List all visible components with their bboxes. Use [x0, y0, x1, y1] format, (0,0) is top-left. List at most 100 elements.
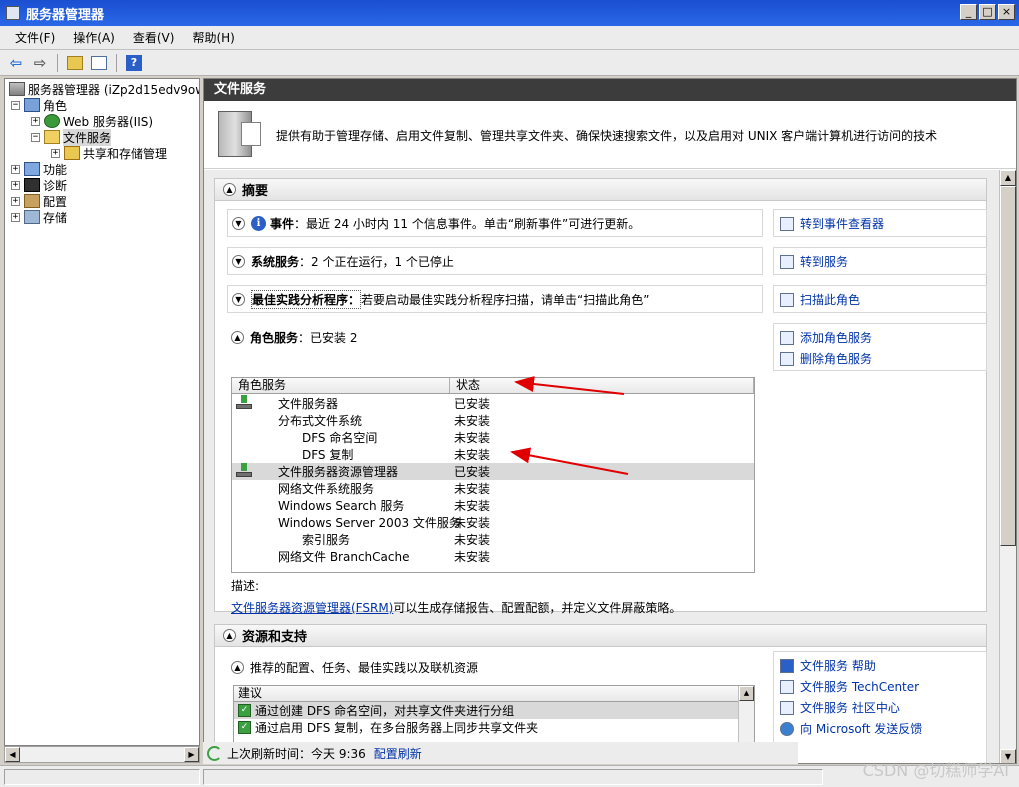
fsrm-link[interactable]: 文件服务器资源管理器(FSRM)	[231, 601, 393, 615]
server-icon	[9, 82, 25, 96]
recommendations-list: 建议 ✓ 通过创建 DFS 命名空间，对共享文件夹进行分组 ✓ 通过启用 DFS…	[233, 685, 755, 745]
window-controls: _ □ ×	[960, 4, 1015, 20]
community-link[interactable]: 文件服务 社区中心	[774, 697, 986, 718]
gear-icon	[780, 254, 794, 269]
list-item[interactable]: ✓ 通过启用 DFS 复制，在多台服务器上同步共享文件夹	[234, 719, 754, 736]
menu-view[interactable]: 查看(V)	[124, 29, 184, 46]
scroll-left-icon[interactable]: ◀	[5, 747, 20, 762]
maximize-button[interactable]: □	[979, 4, 996, 20]
role-services-row: ▲ 角色服务 ：已安装 2	[227, 323, 763, 351]
roles-icon	[24, 98, 40, 112]
table-row[interactable]: 网络文件 BranchCache 未安装	[232, 548, 754, 565]
tree-horizontal-scrollbar[interactable]: ◀ ▶	[4, 746, 200, 763]
scroll-up-icon[interactable]: ▲	[1000, 170, 1016, 186]
collapse-section-icon[interactable]: ▲	[223, 183, 236, 196]
column-header-status[interactable]: 状态	[450, 378, 754, 393]
scroll-thumb[interactable]	[1000, 186, 1016, 546]
scan-icon	[780, 292, 794, 307]
expand-icon[interactable]: +	[51, 148, 60, 158]
expand-icon[interactable]: +	[11, 180, 20, 190]
folder-icon	[67, 55, 83, 70]
server-manager-icon	[6, 6, 20, 20]
tree-item-diagnostics[interactable]: + 诊断	[11, 177, 67, 193]
role-description: 提供有助于管理存储、启用文件复制、管理共享文件夹、确保快速搜索文件，以及启用对 …	[276, 129, 938, 143]
collapse-section-icon[interactable]: ▲	[223, 629, 236, 642]
minimize-button[interactable]: _	[960, 4, 977, 20]
web-server-icon	[44, 114, 60, 128]
file-server-icon	[218, 111, 261, 157]
add-role-services-link[interactable]: 添加角色服务	[774, 327, 986, 348]
collapse-icon[interactable]: −	[31, 132, 40, 142]
remove-role-services-link[interactable]: 删除角色服务	[774, 348, 986, 369]
menu-action[interactable]: 操作(A)	[64, 29, 124, 46]
summary-section: ▲ 摘要 ▼ i 事件 ：最近 24 小时内 11 个信息事件。单击“刷新事件”…	[214, 178, 987, 615]
recommendations-row: ▲ 推荐的配置、任务、最佳实践以及联机资源	[231, 659, 478, 676]
collapse-row-icon[interactable]: ▲	[231, 330, 244, 344]
recommendations-scrollbar[interactable]: ▲	[738, 686, 754, 744]
fsrm-description: 文件服务器资源管理器(FSRM)可以生成存储报告、配置配额，并定义文件屏蔽策略。	[231, 601, 682, 615]
expand-icon[interactable]: +	[11, 164, 20, 174]
status-cell	[4, 769, 200, 785]
forward-arrow-icon[interactable]: ⇨	[30, 53, 50, 73]
window-title: 服务器管理器	[26, 7, 105, 23]
file-services-icon	[44, 130, 60, 144]
scan-role-link[interactable]: 扫描此角色	[774, 289, 986, 310]
show-hide-tree-button[interactable]	[89, 53, 109, 73]
help-link[interactable]: 文件服务 帮助	[774, 655, 986, 676]
summary-header[interactable]: ▲ 摘要	[215, 179, 986, 201]
collapse-icon[interactable]: −	[11, 100, 20, 110]
installed-icon	[236, 395, 252, 410]
scroll-up-icon[interactable]: ▲	[739, 686, 754, 701]
tree-item-web-server[interactable]: + Web 服务器(IIS)	[31, 113, 153, 129]
help-button[interactable]: ?	[124, 53, 144, 73]
console-tree: 服务器管理器 (iZp2d15edv9owo − 角色 + Web 服务器(II…	[4, 78, 200, 746]
expand-row-icon[interactable]: ▼	[232, 216, 245, 230]
table-row[interactable]: 索引服务 未安装	[232, 531, 754, 548]
tree-item-features[interactable]: + 功能	[11, 161, 67, 177]
watermark: CSDN @切糕师学AI	[862, 761, 1009, 780]
back-arrow-icon[interactable]: ⇦	[6, 53, 26, 73]
web-page-icon	[780, 700, 794, 715]
tree-item-roles[interactable]: − 角色	[11, 97, 67, 113]
table-row[interactable]: DFS 复制 未安装	[232, 446, 754, 463]
menu-file[interactable]: 文件(F)	[6, 29, 64, 46]
collapse-row-icon[interactable]: ▲	[231, 661, 244, 674]
up-folder-button[interactable]	[65, 53, 85, 73]
goto-services-link[interactable]: 转到服务	[774, 251, 986, 272]
resources-header[interactable]: ▲ 资源和支持	[215, 625, 986, 647]
techcenter-link[interactable]: 文件服务 TechCenter	[774, 676, 986, 697]
share-storage-icon	[64, 146, 80, 160]
installed-icon	[236, 463, 252, 478]
table-row[interactable]: DFS 命名空间 未安装	[232, 429, 754, 446]
feedback-link[interactable]: 向 Microsoft 发送反馈	[774, 718, 986, 739]
tree-item-server-manager[interactable]: 服务器管理器 (iZp2d15edv9owo	[9, 81, 199, 97]
table-row[interactable]: Windows Server 2003 文件服务 未安装	[232, 514, 754, 531]
goto-event-viewer-link[interactable]: 转到事件查看器	[774, 213, 986, 234]
details-pane: 文件服务 提供有助于管理存储、启用文件复制、管理共享文件夹、确保快速搜索文件，以…	[203, 78, 1017, 764]
column-header-role-service[interactable]: 角色服务	[232, 378, 450, 393]
expand-row-icon[interactable]: ▼	[232, 254, 245, 268]
column-header-recommendation[interactable]: 建议	[234, 686, 754, 702]
expand-row-icon[interactable]: ▼	[232, 292, 245, 306]
tree-item-file-services[interactable]: − 文件服务	[31, 128, 112, 146]
configure-refresh-link[interactable]: 配置刷新	[374, 745, 422, 762]
scroll-right-icon[interactable]: ▶	[184, 747, 199, 762]
table-row[interactable]: Windows Search 服务 未安装	[232, 497, 754, 514]
configuration-icon	[24, 194, 40, 208]
tree-item-share-storage[interactable]: + 共享和存储管理	[51, 145, 167, 161]
storage-icon	[24, 210, 40, 224]
expand-icon[interactable]: +	[11, 212, 20, 222]
services-actions: 转到服务	[773, 247, 987, 275]
table-row[interactable]: 文件服务器 已安装	[232, 395, 754, 412]
table-row[interactable]: 文件服务器资源管理器 已安装	[232, 463, 754, 480]
table-row[interactable]: 分布式文件系统 未安装	[232, 412, 754, 429]
menu-help[interactable]: 帮助(H)	[183, 29, 243, 46]
tree-item-configuration[interactable]: + 配置	[11, 193, 67, 209]
expand-icon[interactable]: +	[11, 196, 20, 206]
list-item[interactable]: ✓ 通过创建 DFS 命名空间，对共享文件夹进行分组	[234, 702, 754, 719]
table-row[interactable]: 网络文件系统服务 未安装	[232, 480, 754, 497]
expand-icon[interactable]: +	[31, 116, 40, 126]
close-button[interactable]: ×	[998, 4, 1015, 20]
details-vertical-scrollbar[interactable]: ▲ ▼	[999, 170, 1016, 763]
tree-item-storage[interactable]: + 存储	[11, 209, 67, 225]
